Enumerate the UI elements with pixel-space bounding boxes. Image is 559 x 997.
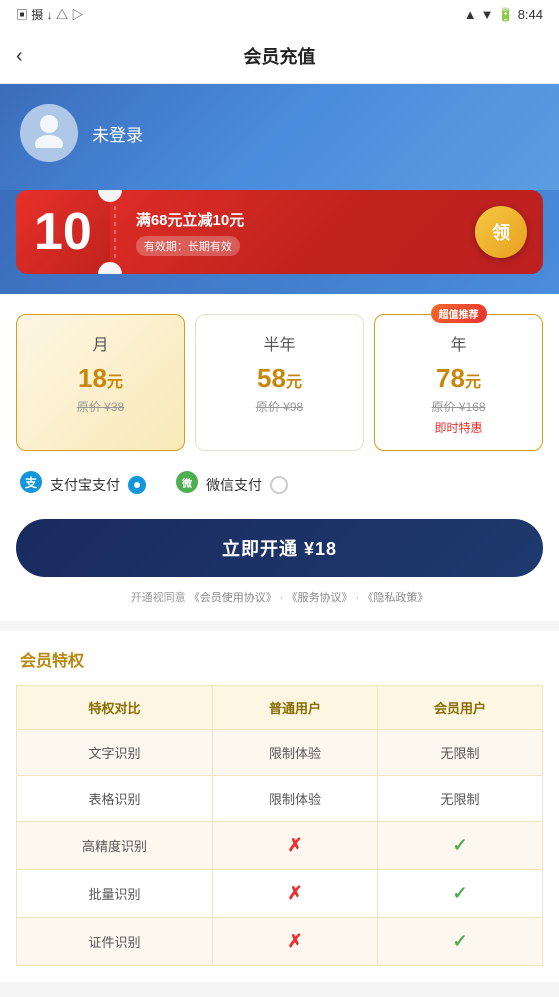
wechat-label: 微信支付 [206,475,262,495]
cross-icon: ✗ [287,931,302,951]
status-bar: ▣ 摄 ↓ △ ▷ ▲ ▼ 🔋 8:44 [0,0,559,29]
normal-hd-recognition: ✗ [213,822,378,870]
cta-button[interactable]: 立即开通 ¥18 [16,519,543,577]
signal-icon: ▲ [464,7,477,22]
cross-icon: ✗ [287,835,302,855]
coupon-card: 10 满68元立减10元 有效期：长期有效 领 [16,190,543,274]
check-icon: ✓ [452,883,467,903]
coupon-notch-bottom [98,262,122,274]
coupon-right[interactable]: 领 [459,206,543,258]
clock: 8:44 [518,7,543,22]
plan-original-yearly: 原价 ¥168 [385,398,532,415]
feature-hd-recognition: 高精度识别 [17,822,213,870]
col-header-normal: 普通用户 [213,686,378,730]
agreement-link-privacy[interactable]: 《隐私政策》 [362,592,428,604]
col-header-feature: 特权对比 [17,686,213,730]
member-batch-recognition: ✓ [378,870,543,918]
wechat-icon: 微 [176,471,198,499]
cross-icon: ✗ [287,883,302,903]
plan-badge-yearly: 超值推荐 [431,304,487,323]
back-button[interactable]: ‹ [16,45,23,68]
alipay-label: 支付宝支付 [50,475,120,495]
plans-section: 月 18元 原价 ¥38 半年 58元 原价 ¥98 超值推荐 年 78元 原价… [0,294,559,621]
table-row: 高精度识别 ✗ ✓ [17,822,543,870]
alipay-icon: 支 [20,471,42,499]
coupon-validity: 有效期：长期有效 [136,236,240,256]
agreement-prefix: 开通视同意 [131,592,186,604]
member-id-recognition: ✓ [378,918,543,966]
check-icon: ✓ [452,931,467,951]
table-row: 表格识别 限制体验 无限制 [17,776,543,822]
member-hd-recognition: ✓ [378,822,543,870]
agreement-link-service[interactable]: 《服务协议》 [287,592,353,604]
agreement-link-member[interactable]: 《会员使用协议》 [189,592,277,604]
user-section: 未登录 [0,84,559,190]
feature-text-recognition: 文字识别 [17,730,213,776]
check-icon: ✓ [452,835,467,855]
plan-label-halfyear: 半年 [206,331,353,355]
plan-price-monthly: 18元 [27,363,174,394]
coupon-condition: 满68元立减10元 [136,209,443,230]
plan-price-halfyear: 58元 [206,363,353,394]
coupon-section: 10 满68元立减10元 有效期：长期有效 领 [0,190,559,294]
wifi-icon: ▼ [481,7,494,22]
plan-original-halfyear: 原价 ¥98 [206,398,353,415]
coupon-divider [114,202,116,262]
wechat-radio[interactable] [270,476,288,494]
payment-options: 支 支付宝支付 微 微信支付 [16,471,543,499]
normal-id-recognition: ✗ [213,918,378,966]
svg-text:微: 微 [181,477,193,490]
member-table-recognition: 无限制 [378,776,543,822]
plan-label-monthly: 月 [27,331,174,355]
plan-price-yearly: 78元 [385,363,532,394]
feature-id-recognition: 证件识别 [17,918,213,966]
plan-card-yearly[interactable]: 超值推荐 年 78元 原价 ¥168 即时特惠 [374,314,543,451]
plan-original-monthly: 原价 ¥38 [27,398,174,415]
benefits-title: 会员特权 [16,647,543,671]
payment-option-alipay[interactable]: 支 支付宝支付 [20,471,146,499]
plan-card-monthly[interactable]: 月 18元 原价 ¥38 [16,314,185,451]
plan-card-halfyear[interactable]: 半年 58元 原价 ¥98 [195,314,364,451]
feature-batch-recognition: 批量识别 [17,870,213,918]
header: ‹ 会员充值 [0,29,559,84]
user-avatar-icon [30,110,68,156]
feature-table-recognition: 表格识别 [17,776,213,822]
table-row: 批量识别 ✗ ✓ [17,870,543,918]
table-row: 文字识别 限制体验 无限制 [17,730,543,776]
coupon-amount: 10 [34,206,92,258]
coupon-middle: 满68元立减10元 有效期：长期有效 [120,197,459,268]
avatar [20,104,78,162]
coupon-left: 10 [16,190,110,274]
normal-batch-recognition: ✗ [213,870,378,918]
alipay-radio[interactable] [128,476,146,494]
benefits-table: 特权对比 普通用户 会员用户 文字识别 限制体验 无限制 表格识别 限制体验 无… [16,685,543,966]
svg-text:支: 支 [24,475,38,490]
plans-grid: 月 18元 原价 ¥38 半年 58元 原价 ¥98 超值推荐 年 78元 原价… [16,314,543,451]
status-bar-left: ▣ 摄 ↓ △ ▷ [16,6,83,23]
table-header-row: 特权对比 普通用户 会员用户 [17,686,543,730]
normal-table-recognition: 限制体验 [213,776,378,822]
plan-special-yearly: 即时特惠 [385,419,532,436]
user-login-status[interactable]: 未登录 [92,121,143,146]
table-row: 证件识别 ✗ ✓ [17,918,543,966]
app-icons: ▣ 摄 ↓ △ ▷ [16,6,83,23]
coupon-claim-button[interactable]: 领 [475,206,527,258]
page-title: 会员充值 [244,43,316,69]
agreement-text: 开通视同意 《会员使用协议》 · 《服务协议》 · 《隐私政策》 [16,589,543,605]
payment-option-wechat[interactable]: 微 微信支付 [176,471,288,499]
status-bar-right: ▲ ▼ 🔋 8:44 [464,7,543,23]
coupon-notch-top [98,190,122,202]
member-text-recognition: 无限制 [378,730,543,776]
col-header-member: 会员用户 [378,686,543,730]
benefits-section: 会员特权 特权对比 普通用户 会员用户 文字识别 限制体验 无限制 表格识别 限… [0,631,559,982]
plan-label-yearly: 年 [385,331,532,355]
battery-icon: 🔋 [498,7,514,23]
normal-text-recognition: 限制体验 [213,730,378,776]
